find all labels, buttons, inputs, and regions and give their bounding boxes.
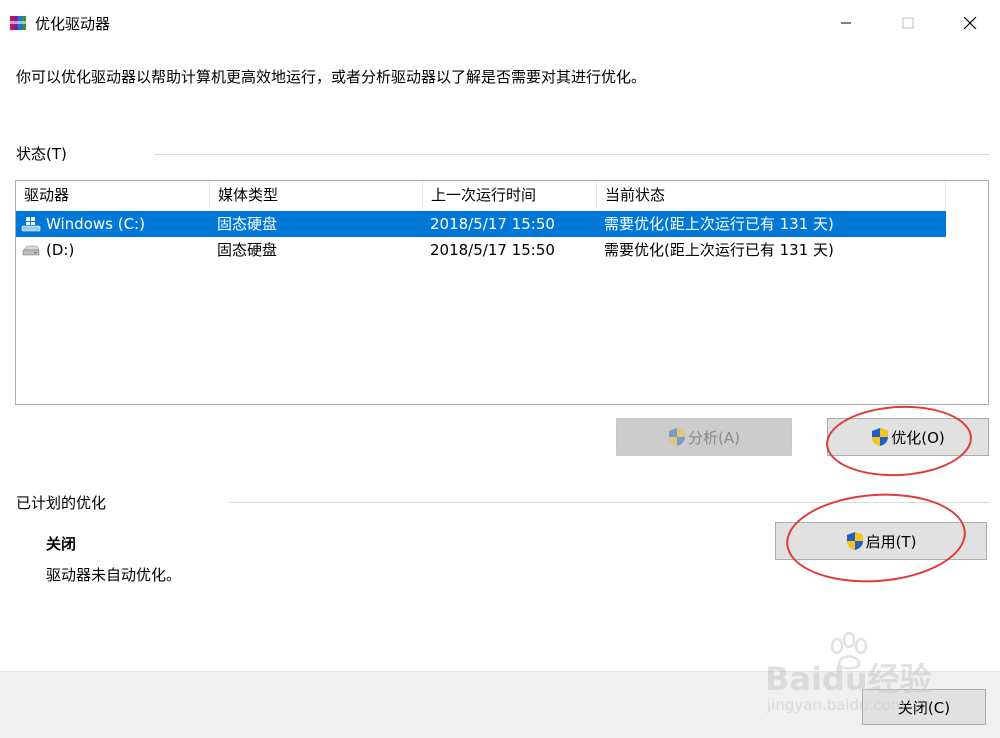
drive-row-c[interactable]: Windows (C:) 固态硬盘 2018/5/17 15:50 需要优化(距… [16, 211, 946, 237]
column-header-media-type[interactable]: 媒体类型 [210, 181, 423, 209]
schedule-status: 关闭 [46, 535, 77, 553]
drive-icon [22, 245, 40, 256]
uac-shield-icon [872, 428, 889, 446]
last-run-time: 2018/5/17 15:50 [430, 215, 555, 233]
media-type: 固态硬盘 [217, 215, 278, 233]
drive-name: (D:) [46, 241, 75, 259]
last-run-time: 2018/5/17 15:50 [430, 241, 555, 259]
drive-row-d[interactable]: (D:) 固态硬盘 2018/5/17 15:50 需要优化(距上次运行已有 1… [16, 237, 946, 263]
maximize-icon [902, 17, 914, 29]
media-type: 固态硬盘 [217, 241, 278, 259]
defrag-app-icon [10, 16, 26, 30]
schedule-description: 驱动器未自动优化。 [46, 566, 182, 584]
optimize-button[interactable]: 优化(O) [827, 418, 989, 456]
paw-icon [830, 632, 868, 670]
dialog-footer [0, 671, 1000, 738]
close-window-button[interactable] [939, 0, 1000, 46]
drive-name: Windows (C:) [46, 215, 145, 233]
intro-text: 你可以优化驱动器以帮助计算机更高效地运行，或者分析驱动器以了解是否需要对其进行优… [16, 68, 647, 86]
windows-drive-icon [21, 217, 41, 232]
enable-button-label: 启用(T) [865, 532, 917, 551]
enable-schedule-button[interactable]: 启用(T) [775, 522, 987, 560]
optimize-button-label: 优化(O) [891, 428, 945, 447]
column-header-current-status[interactable]: 当前状态 [597, 181, 946, 209]
current-status: 需要优化(距上次运行已有 131 天) [604, 215, 834, 233]
current-status: 需要优化(距上次运行已有 131 天) [604, 241, 834, 259]
status-group-divider [154, 154, 990, 155]
minimize-icon [841, 22, 851, 24]
analyze-button[interactable]: 分析(A) [616, 418, 792, 456]
schedule-group-label: 已计划的优化 [16, 494, 107, 512]
analyze-button-label: 分析(A) [688, 428, 740, 447]
drive-list[interactable]: 驱动器 媒体类型 上一次运行时间 当前状态 Windows (C:) 固态硬盘 … [15, 180, 989, 405]
title-bar: 优化驱动器 [0, 0, 1000, 46]
status-group-label: 状态(T) [16, 145, 67, 163]
uac-shield-icon [846, 532, 863, 550]
uac-shield-icon [669, 428, 686, 446]
minimize-button[interactable] [815, 0, 877, 46]
close-dialog-button[interactable]: 关闭(C) [862, 689, 986, 725]
column-header-drive[interactable]: 驱动器 [16, 181, 210, 209]
drive-list-header: 驱动器 媒体类型 上一次运行时间 当前状态 [16, 181, 946, 209]
close-icon [963, 16, 977, 30]
close-button-label: 关闭(C) [897, 698, 951, 717]
column-header-last-run[interactable]: 上一次运行时间 [423, 181, 597, 209]
maximize-button[interactable] [877, 0, 939, 46]
window-title: 优化驱动器 [35, 15, 111, 33]
schedule-group-divider [230, 502, 990, 503]
